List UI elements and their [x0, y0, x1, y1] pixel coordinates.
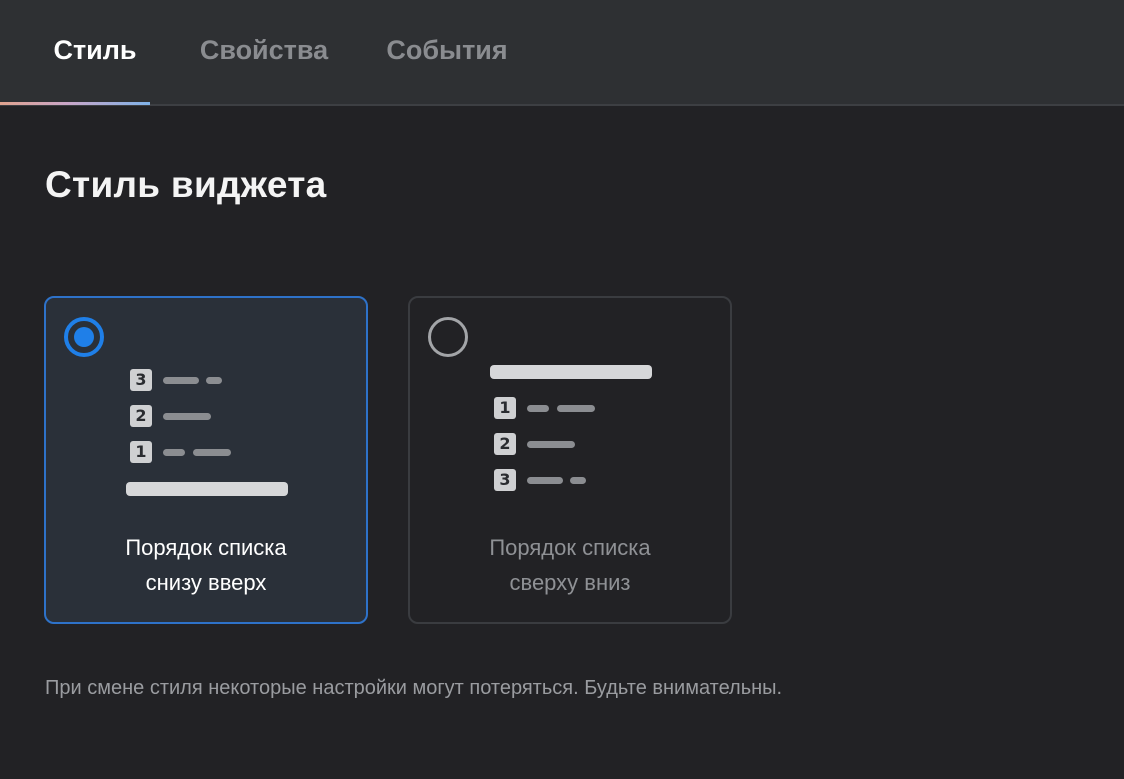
number-badge: 2: [130, 405, 152, 427]
placeholder-line: [557, 405, 595, 412]
title-bar: [126, 482, 288, 496]
label-line: Порядок списка: [489, 535, 651, 560]
placeholder-line: [527, 405, 549, 412]
placeholder-line: [163, 377, 199, 384]
option-top-down-label: Порядок списка сверху вниз: [410, 530, 730, 600]
option-bottom-up-card[interactable]: 3 2 1 Порядок списка снизу вверх: [44, 296, 368, 624]
label-line: снизу вверх: [145, 570, 267, 595]
placeholder-line: [163, 449, 185, 456]
radio-top-down[interactable]: [428, 317, 468, 357]
placeholder-line: [527, 441, 575, 448]
tab-properties[interactable]: Свойства: [194, 0, 334, 104]
radio-bottom-up[interactable]: [64, 317, 104, 357]
tab-bar: Стиль Свойства События: [0, 0, 1124, 106]
number-badge: 3: [130, 369, 152, 391]
section-title: Стиль виджета: [45, 164, 327, 205]
placeholder-line: [527, 477, 563, 484]
label-line: Порядок списка: [125, 535, 287, 560]
number-badge: 3: [494, 469, 516, 491]
widget-settings-panel: Стиль Свойства События Стиль виджета 3 2…: [0, 0, 1124, 779]
option-bottom-up-label: Порядок списка снизу вверх: [46, 530, 366, 600]
number-badge: 1: [130, 441, 152, 463]
label-line: сверху вниз: [509, 570, 631, 595]
placeholder-line: [206, 377, 222, 384]
warning-note: При смене стиля некоторые настройки могу…: [45, 677, 783, 699]
placeholder-line: [163, 413, 211, 420]
placeholder-line: [193, 449, 231, 456]
title-bar: [490, 365, 652, 379]
number-badge: 1: [494, 397, 516, 419]
number-badge: 2: [494, 433, 516, 455]
placeholder-line: [570, 477, 586, 484]
active-tab-indicator: [0, 102, 150, 105]
option-top-down-card[interactable]: 1 2 3 Порядок списка сверху вниз: [408, 296, 732, 624]
tab-events[interactable]: События: [382, 0, 512, 104]
tab-style[interactable]: Стиль: [20, 0, 170, 104]
